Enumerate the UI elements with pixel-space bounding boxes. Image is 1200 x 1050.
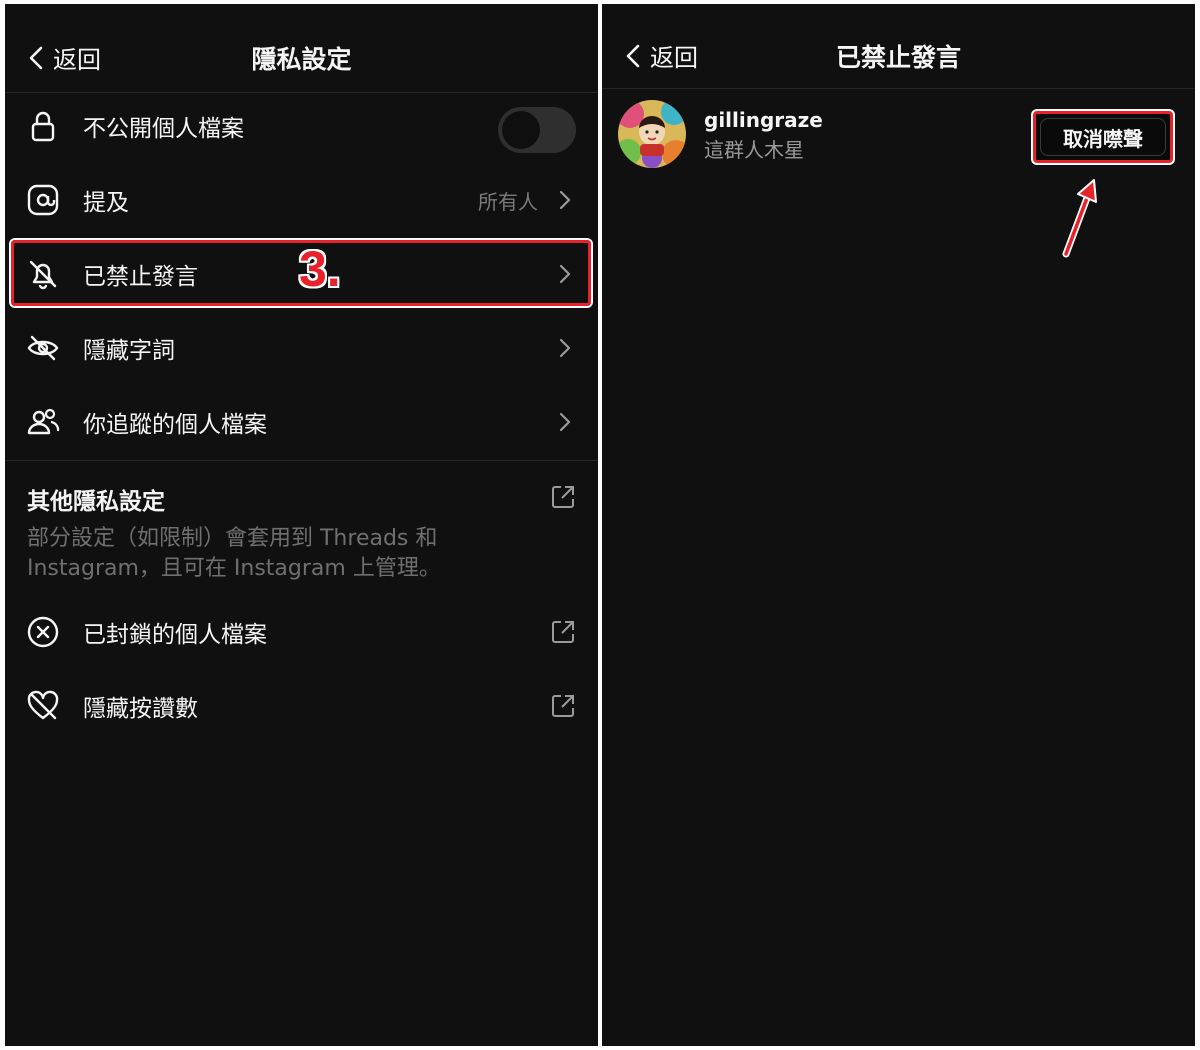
muted-display-name: 這群人木星 <box>704 138 804 162</box>
muted-username: gillingraze <box>704 108 823 132</box>
unmute-button-label: 取消噤聲 <box>1040 118 1166 156</box>
private-profile-label: 不公開個人檔案 <box>83 116 244 142</box>
toggle-knob <box>502 111 540 149</box>
chevron-right-icon <box>559 338 571 358</box>
privacy-settings-panel: 返回 隱私設定 不公開個人檔案 提及 所有人 已禁止發言 隱藏字詞 你追蹤的個人… <box>5 4 598 1046</box>
eye-off-icon <box>25 330 61 366</box>
hide-like-counts-label: 隱藏按讚數 <box>83 696 198 722</box>
unmute-button[interactable]: 取消噤聲 <box>1033 111 1173 163</box>
other-privacy-title: 其他隱私設定 <box>27 489 165 515</box>
hide-like-counts-row[interactable]: 隱藏按讚數 <box>5 676 598 736</box>
blocked-profiles-label: 已封鎖的個人檔案 <box>83 622 267 648</box>
page-title: 已禁止發言 <box>835 43 961 72</box>
chevron-right-icon <box>559 412 571 432</box>
annotation-step-number: 3. <box>299 241 341 297</box>
page-title: 隱私設定 <box>251 45 352 74</box>
heart-off-icon <box>25 688 61 724</box>
external-link-icon[interactable] <box>550 484 576 510</box>
header: 返回 隱私設定 <box>5 4 598 93</box>
external-link-icon <box>552 695 574 717</box>
muted-accounts-panel: 返回 已禁止發言 gillingraze 這群人木星 取消噤聲 <box>602 4 1195 1046</box>
hidden-words-label: 隱藏字詞 <box>83 338 175 364</box>
people-icon <box>25 404 61 440</box>
lock-icon <box>25 108 61 144</box>
hidden-words-row[interactable]: 隱藏字詞 <box>5 318 598 378</box>
block-circle-icon <box>25 614 61 650</box>
other-privacy-description: 部分設定（如限制）會套用到 Threads 和 Instagram，且可在 In… <box>27 526 441 581</box>
at-sign-icon <box>25 182 61 218</box>
private-profile-row: 不公開個人檔案 <box>5 96 598 156</box>
blocked-profiles-row[interactable]: 已封鎖的個人檔案 <box>5 602 598 662</box>
mentions-label: 提及 <box>83 190 129 216</box>
mentions-value: 所有人 <box>478 189 538 214</box>
chevron-right-icon <box>559 190 571 210</box>
annotation-arrow <box>1062 179 1097 258</box>
external-link-icon <box>552 621 574 643</box>
mentions-row[interactable]: 提及 所有人 <box>5 170 598 230</box>
following-profiles-label: 你追蹤的個人檔案 <box>83 412 267 438</box>
private-profile-toggle[interactable] <box>498 107 576 153</box>
header: 返回 已禁止發言 <box>602 4 1195 89</box>
avatar[interactable] <box>618 100 686 168</box>
following-profiles-row[interactable]: 你追蹤的個人檔案 <box>5 392 598 452</box>
section-divider <box>5 460 598 461</box>
